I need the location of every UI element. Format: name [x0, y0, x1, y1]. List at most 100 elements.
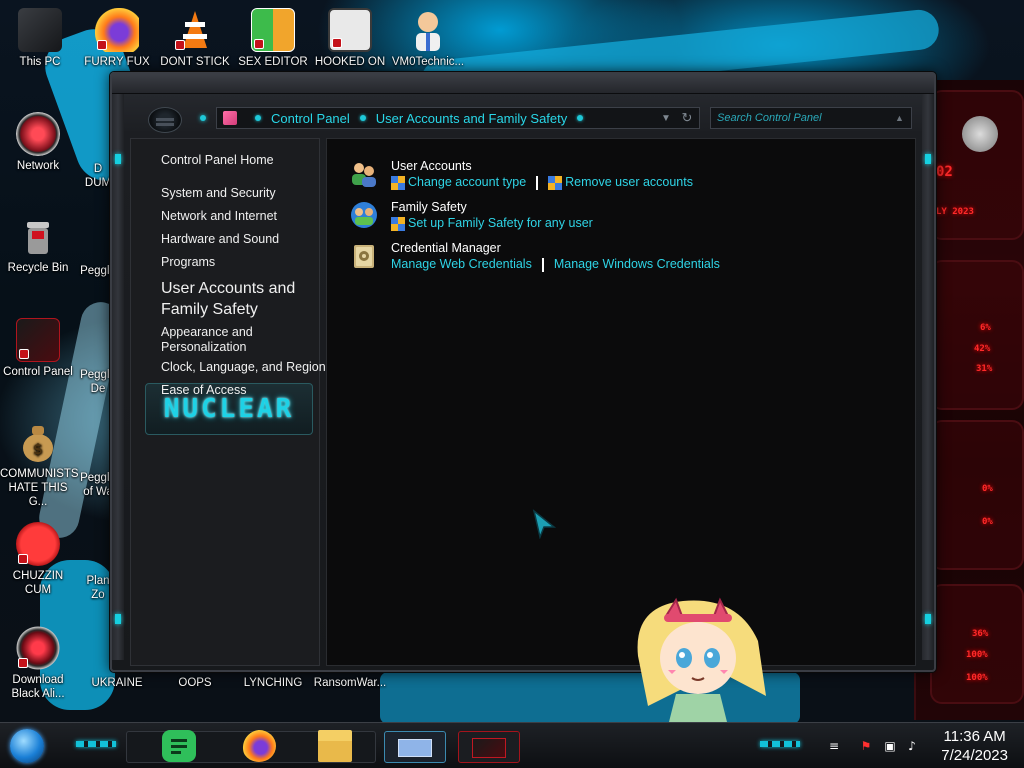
desktop-icon-label: LYNCHING — [243, 677, 303, 689]
svg-text:$: $ — [33, 442, 43, 458]
clock-time: 11:36 AM — [943, 728, 1006, 745]
hud-number: 02 — [936, 164, 953, 180]
window-title-bar[interactable] — [112, 74, 934, 94]
desktop-icon-lynching[interactable]: LYNCHING — [235, 676, 311, 690]
doctor-avatar-icon — [406, 8, 450, 52]
search-icon[interactable]: ▲ — [895, 113, 911, 123]
category-title[interactable]: Credential Manager — [391, 241, 720, 256]
network-globe-icon — [16, 112, 60, 156]
hud-percent: 0% — [982, 517, 993, 527]
taskbar-light-strip — [76, 741, 116, 747]
link-separator — [536, 175, 539, 190]
computer-icon — [18, 8, 62, 52]
desktop-icon-dont-stick[interactable]: DONT STICK — [157, 8, 233, 69]
volume-icon[interactable]: ♪ — [904, 738, 920, 754]
chevron-down-icon[interactable]: ▼ — [657, 113, 675, 124]
hud-percent: 31% — [976, 364, 993, 374]
uac-shield-icon — [548, 175, 563, 190]
breadcrumb-separator — [255, 115, 261, 121]
category-title[interactable]: Family Safety — [391, 200, 593, 215]
window-frame-left — [112, 94, 124, 660]
desktop-icon-label: UKRAINE — [91, 677, 143, 689]
remove-user-accounts-link[interactable]: Remove user accounts — [565, 174, 693, 191]
desktop-icon-label: DONT STICK — [160, 56, 230, 68]
breadcrumb-separator[interactable] — [359, 115, 366, 121]
desktop-icon-communists[interactable]: $ COMMUNISTS HATE THIS G... — [0, 420, 79, 509]
nav-indicator-dot — [200, 115, 206, 121]
action-center-flag-icon[interactable]: ⚑ — [858, 738, 874, 754]
hud-percent: 6% — [980, 323, 991, 333]
file-explorer-icon[interactable] — [318, 730, 352, 762]
desktop-icon-recycle-bin[interactable]: Recycle Bin — [0, 214, 76, 275]
set-up-family-safety-link[interactable]: Set up Family Safety for any user — [408, 215, 593, 232]
hud-percent: 42% — [974, 344, 991, 354]
hud-widget-frame — [930, 260, 1024, 410]
taskbar-window-button[interactable] — [384, 731, 446, 763]
hud-percent: 0% — [982, 484, 993, 494]
search-placeholder: Search Control Panel — [717, 112, 822, 124]
desktop-icon-chuzzin[interactable]: CHUZZIN CUM — [0, 522, 76, 597]
nav-appearance[interactable]: Appearance and Personalization — [161, 325, 311, 355]
breadcrumb-control-panel[interactable]: Control Panel — [271, 111, 350, 126]
desktop-icon-furry-fux[interactable]: FURRY FUX — [79, 8, 155, 69]
back-forward-button[interactable] — [148, 107, 182, 133]
desktop-icon-control-panel[interactable]: Control Panel — [0, 318, 76, 379]
nav-programs[interactable]: Programs — [161, 255, 215, 269]
desktop-icon-network[interactable]: Network — [0, 112, 76, 173]
alienware-download-icon — [16, 626, 60, 670]
manage-web-credentials-link[interactable]: Manage Web Credentials — [391, 256, 532, 273]
breadcrumb-user-accounts[interactable]: User Accounts and Family Safety — [376, 111, 567, 126]
hxd-editor-icon — [251, 8, 295, 52]
desktop-icon-vm0technic[interactable]: VM0Technic... — [390, 8, 466, 69]
refresh-icon[interactable]: ↻ — [675, 110, 699, 126]
nav-system-and-security[interactable]: System and Security — [161, 186, 276, 200]
desktop-icon-label: RansomWar... — [313, 677, 387, 689]
taskbar-window-button[interactable] — [458, 731, 520, 763]
desktop-icon-ransomware[interactable]: RansomWar... — [312, 676, 388, 690]
desktop-icon-label: Network — [16, 160, 60, 172]
firefox-icon[interactable] — [242, 730, 276, 762]
mouse-cursor-icon — [532, 509, 557, 539]
desktop-icon-this-pc[interactable]: This PC — [2, 8, 78, 69]
link-separator — [541, 257, 544, 272]
start-button[interactable] — [10, 729, 44, 763]
credential-vault-icon[interactable] — [349, 241, 379, 271]
nav-network-and-internet[interactable]: Network and Internet — [161, 209, 277, 223]
desktop-icon-hooked-on[interactable]: HOOKED ON — [312, 8, 388, 69]
breadcrumb-separator[interactable] — [577, 115, 584, 121]
desktop-icon-label: This PC — [19, 56, 61, 68]
desktop-icon-sex-editor[interactable]: SEX EDITOR — [235, 8, 311, 69]
network-status-icon[interactable]: ▣ — [882, 738, 898, 754]
hud-percent: 100% — [966, 650, 988, 660]
nav-hardware-and-sound[interactable]: Hardware and Sound — [161, 232, 279, 246]
nav-ease-of-access[interactable]: Ease of Access — [161, 383, 246, 397]
category-title[interactable]: User Accounts — [391, 159, 693, 174]
manage-windows-credentials-link[interactable]: Manage Windows Credentials — [554, 256, 720, 273]
desktop-icon-oops[interactable]: OOPS — [157, 676, 233, 690]
desktop-icon-ukraine[interactable]: UKRAINE — [79, 676, 155, 690]
nav-clock-language-region[interactable]: Clock, Language, and Region — [161, 360, 326, 374]
left-navigation-pane: Control Panel Home System and Security N… — [130, 138, 326, 666]
show-hidden-icons[interactable]: ≡ — [826, 738, 842, 754]
family-safety-icon[interactable] — [349, 200, 379, 230]
window-frame-right — [922, 94, 934, 660]
taskbar-clock[interactable]: 11:36 AM 7/24/2023 — [941, 727, 1008, 765]
desktop-icon-label: VM0Technic... — [391, 56, 465, 68]
address-bar[interactable]: Control Panel User Accounts and Family S… — [216, 107, 700, 129]
search-input[interactable]: Search Control Panel ▲ — [710, 107, 912, 129]
nav-control-panel-home[interactable]: Control Panel Home — [161, 153, 274, 167]
category-user-accounts: User Accounts Change account type Remove… — [349, 159, 693, 191]
clock-date: 7/24/2023 — [941, 747, 1008, 764]
notes-app-icon[interactable] — [162, 730, 196, 762]
uac-shield-icon — [391, 216, 405, 231]
money-bag-icon: $ — [16, 420, 60, 464]
uac-shield-icon — [391, 175, 405, 190]
hud-date: LY 2023 — [936, 207, 974, 217]
alien-logo-icon — [962, 116, 998, 152]
nav-user-accounts-current[interactable]: User Accounts and Family Safety — [161, 278, 321, 320]
hud-percent: 100% — [966, 673, 988, 683]
users-icon[interactable] — [349, 159, 379, 189]
desktop-icon-label: OOPS — [178, 677, 212, 689]
desktop-icon-download-black-ali[interactable]: Download Black Ali... — [0, 626, 76, 701]
change-account-type-link[interactable]: Change account type — [408, 174, 526, 191]
